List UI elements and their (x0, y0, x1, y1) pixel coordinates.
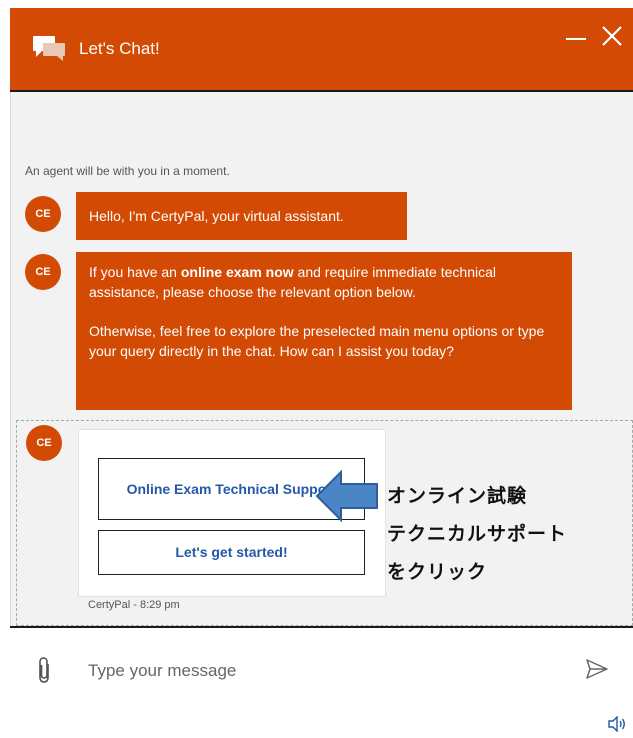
bot-message-text: Hello, I'm CertyPal, your virtual assist… (89, 208, 344, 224)
message-timestamp: CertyPal - 8:29 pm (88, 599, 180, 611)
chat-header: Let's Chat! (10, 8, 633, 92)
bot-message-paragraph: If you have an online exam now and requi… (89, 264, 496, 300)
message-input[interactable] (86, 655, 550, 687)
annotation-line: をクリック (387, 561, 488, 583)
send-icon[interactable] (586, 659, 608, 679)
bot-message-bubble: Hello, I'm CertyPal, your virtual assist… (76, 192, 407, 240)
bot-message-bubble: If you have an online exam now and requi… (76, 252, 572, 410)
speaker-icon[interactable] (608, 716, 626, 732)
annotation-line: テクニカルサポート (387, 523, 568, 545)
paperclip-icon[interactable] (36, 656, 52, 684)
chat-title: Let's Chat! (79, 39, 160, 58)
minimize-button[interactable] (566, 26, 588, 48)
close-button[interactable] (600, 22, 624, 50)
get-started-button[interactable]: Let's get started! (98, 530, 365, 575)
system-note: An agent will be with you in a moment. (25, 164, 230, 178)
bot-avatar: CE (26, 425, 62, 461)
close-icon (602, 26, 622, 46)
bot-avatar: CE (25, 196, 61, 232)
chat-bubbles-icon (33, 36, 65, 61)
annotation-text: オンライン試験 テクニカルサポート をクリック (387, 477, 627, 591)
bot-avatar: CE (25, 254, 61, 290)
bot-message-paragraph: Otherwise, feel free to explore the pres… (89, 323, 545, 359)
annotation-line: オンライン試験 (387, 485, 528, 507)
message-composer (10, 626, 633, 738)
chat-window: Let's Chat! An agent will be with you in… (10, 0, 633, 738)
